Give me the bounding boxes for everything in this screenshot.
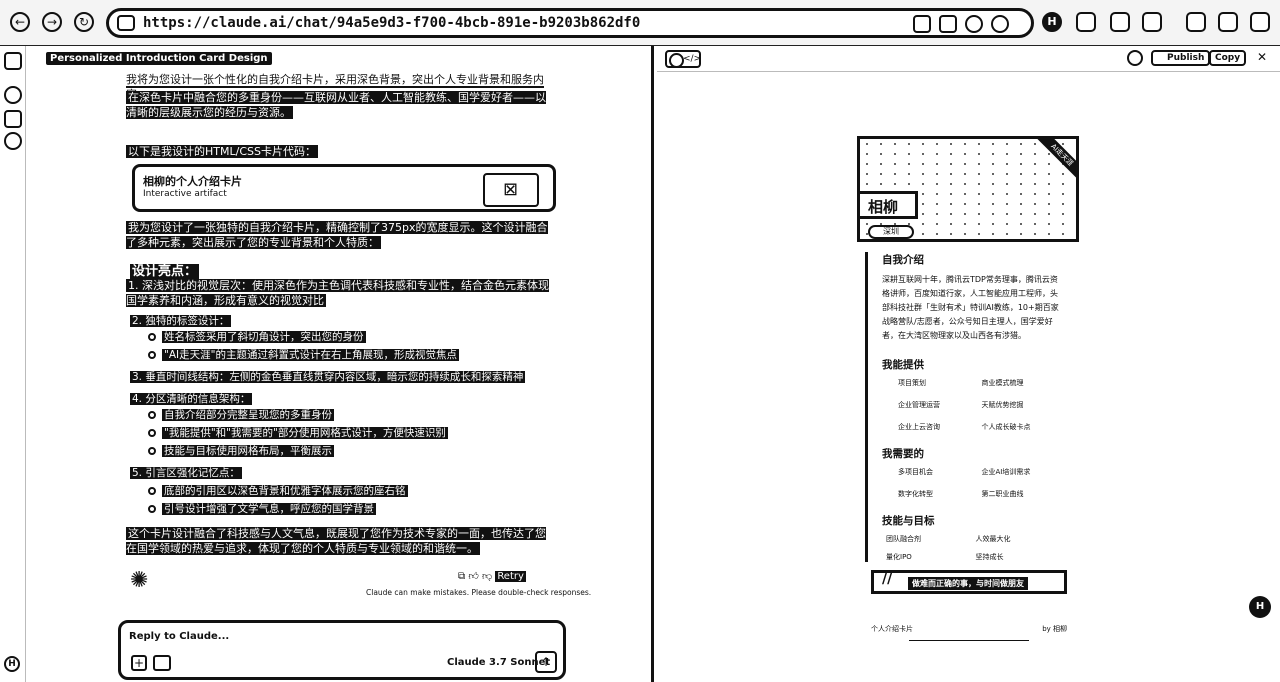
offer-grid: 项目策划 商业模式梳理 企业管理运营 天赋优势挖掘 企业上云咨询 个人成长破卡点 <box>882 378 1065 432</box>
close-icon[interactable]: ✕ <box>1257 50 1273 66</box>
list-item: 技能与目标使用网格布局，平衡展示 <box>148 444 334 458</box>
list-item: 引号设计增强了文学气息，呼应您的国学背景 <box>148 502 376 516</box>
projects-icon[interactable] <box>4 132 22 150</box>
downloads-icon[interactable] <box>1218 12 1238 32</box>
thumbs-down-icon[interactable]: 👎︎ <box>482 571 492 582</box>
list-item: 2. 独特的标签设计： <box>130 315 232 327</box>
menu-icon[interactable] <box>1250 12 1270 32</box>
extension-h-icon[interactable]: H <box>1042 12 1062 32</box>
extension-icon[interactable] <box>1076 12 1096 32</box>
footer-left: 个人介绍卡片 <box>871 625 913 633</box>
chats-icon[interactable] <box>4 110 22 128</box>
list-item: 天赋优势挖掘 <box>981 401 1024 409</box>
list-item: "我能提供"和"我需要的"部分使用网格式设计，方便快速识别 <box>148 426 448 440</box>
list-item: 多项目机会 <box>898 468 933 476</box>
skills-grid: 团队融合剂 人效最大化 量化IPO 坚持成长 <box>882 534 1065 562</box>
list-item: 姓名标签采用了斜切角设计，突出您的身份 <box>148 330 366 344</box>
retry-button[interactable]: Retry <box>495 571 526 582</box>
list-item: 企业上云咨询 <box>898 423 940 431</box>
list-item: 4. 分区清晰的信息架构： <box>130 393 253 405</box>
extension-icon[interactable] <box>1142 12 1162 32</box>
publish-button[interactable]: Publish <box>1151 50 1211 66</box>
translate-icon[interactable] <box>939 15 957 33</box>
section-heading: 设计亮点： <box>130 264 200 279</box>
list-item: 第二职业曲线 <box>981 490 1024 498</box>
attach-icon[interactable]: + <box>131 655 147 671</box>
extension-icon[interactable] <box>1110 12 1130 32</box>
list-item: 底部的引用区以深色背景和优雅字体展示您的座右铭 <box>148 484 408 498</box>
list-item: 个人成长破卡点 <box>981 423 1031 431</box>
assistant-closing: 这个卡片设计融合了科技感与人文气息，既展现了您作为技术专家的一面，也传达了您在国… <box>126 527 546 555</box>
need-title: 我需要的 <box>882 448 924 460</box>
chat-pane: Personalized Introduction Card Design 我将… <box>26 46 654 682</box>
card-body: 自我介绍 深耕互联网十年，腾讯云TDP常务理事，腾讯云资格讲师，百度知道行家，人… <box>865 252 1065 562</box>
list-item: 商业模式梳理 <box>981 379 1024 387</box>
reload-icon[interactable]: ↻ <box>74 12 94 32</box>
reading-list-icon[interactable] <box>1186 12 1206 32</box>
new-chat-icon[interactable] <box>4 86 22 104</box>
list-item: 坚持成长 <box>975 553 1004 561</box>
reply-input[interactable]: Reply to Claude... <box>129 631 229 642</box>
list-item: 企业AI培训需求 <box>981 468 1031 476</box>
list-item: 3. 垂直时间线结构：左侧的金色垂直线贯穿内容区域，暗示您的持续成长和探索精神 <box>130 371 526 383</box>
list-item: 团队融合剂 <box>886 535 921 543</box>
reply-box[interactable]: Reply to Claude... + Claude 3.7 Sonnet ↑ <box>118 620 566 680</box>
card-ribbon: AI走天涯 <box>1028 139 1076 187</box>
artifact-preview-pane: </> Publish Copy ✕ AI走天涯 相柳 深圳 自我介绍 深耕互联… <box>657 46 1280 682</box>
sidebar-rail <box>0 46 26 682</box>
claude-logo-icon: ✺ <box>130 568 149 593</box>
copy-button[interactable]: Copy <box>1209 50 1247 66</box>
artifact-thumbnail-icon <box>483 173 539 207</box>
list-item: 企业管理运营 <box>898 401 940 409</box>
list-item: 人效最大化 <box>975 535 1011 543</box>
card-quote: 做难而正确的事，与时间做朋友 <box>871 570 1067 594</box>
user-avatar[interactable]: H <box>4 656 20 672</box>
card-footer: 个人介绍卡片 by 相柳 <box>871 624 1067 641</box>
browser-toolbar: ← → ↻ https://claude.ai/chat/94a5e9d3-f7… <box>0 0 1280 46</box>
zoom-icon[interactable] <box>965 15 983 33</box>
need-grid: 多项目机会 企业AI培训需求 数字化转型 第二职业曲线 <box>882 467 1065 499</box>
offer-title: 我能提供 <box>882 359 924 371</box>
list-item: 量化IPO <box>886 553 912 561</box>
url-text[interactable]: https://claude.ai/chat/94a5e9d3-f700-4bc… <box>143 15 640 31</box>
divider <box>909 640 1029 641</box>
list-item: 项目策划 <box>898 379 926 387</box>
list-item: 1. 深浅对比的视觉层次：使用深色作为主色调代表科技感和专业性，结合金色元素体现… <box>126 279 549 307</box>
settings-icon[interactable] <box>153 655 171 671</box>
list-item: 5. 引言区强化记忆点： <box>130 467 242 479</box>
list-item: 自我介绍部分完整呈现您的多重身份 <box>148 408 334 422</box>
site-info-icon[interactable] <box>117 15 135 31</box>
preview-header: </> Publish Copy ✕ <box>657 46 1280 72</box>
copy-icon[interactable]: ⧉ <box>458 571 465 582</box>
skills-title: 技能与目标 <box>882 515 935 527</box>
refresh-icon[interactable] <box>1127 50 1143 66</box>
about-text: 深耕互联网十年，腾讯云TDP常务理事，腾讯云资格讲师，百度知道行家，人工智能应用… <box>882 275 1059 340</box>
message-actions: ⧉ 👍︎ 👎︎ Retry <box>458 570 526 582</box>
artifact-title: 相柳的个人介绍卡片 <box>143 175 242 188</box>
send-icon[interactable]: ↑ <box>535 651 557 673</box>
code-toggle[interactable]: </> <box>665 50 701 68</box>
card-name: 相柳 <box>860 191 918 219</box>
bookmark-star-icon[interactable] <box>991 15 1009 33</box>
assistant-paragraph: 在深色卡片中融合您的多重身份——互联网从业者、人工智能教练、国学爱好者——以清晰… <box>126 91 546 119</box>
card-banner: AI走天涯 相柳 深圳 <box>857 136 1079 242</box>
location-tag: 深圳 <box>868 225 914 239</box>
assistant-paragraph: 我为您设计了一张独特的自我介绍卡片，精确控制了375px的宽度显示。这个设计融合… <box>126 221 548 249</box>
chat-title[interactable]: Personalized Introduction Card Design <box>46 52 272 65</box>
artifact-intro: 以下是我设计的HTML/CSS卡片代码： <box>126 145 318 158</box>
artifact-card[interactable]: 相柳的个人介绍卡片 Interactive artifact <box>132 164 556 212</box>
forward-icon[interactable]: → <box>42 12 62 32</box>
list-item: 数字化转型 <box>898 490 933 498</box>
about-title: 自我介绍 <box>882 254 924 266</box>
help-badge[interactable]: H <box>1249 596 1271 618</box>
disclaimer: Claude can make mistakes. Please double-… <box>366 588 592 597</box>
footer-right: by 相柳 <box>1042 625 1067 633</box>
back-icon[interactable]: ← <box>10 12 30 32</box>
artifact-subtitle: Interactive artifact <box>143 189 227 199</box>
install-app-icon[interactable] <box>913 15 931 33</box>
list-item: "AI走天涯"的主题通过斜置式设计在右上角展现，形成视觉焦点 <box>148 348 459 362</box>
sidebar-toggle-icon[interactable] <box>4 52 22 70</box>
thumbs-up-icon[interactable]: 👍︎ <box>468 571 478 582</box>
address-bar[interactable]: https://claude.ai/chat/94a5e9d3-f700-4bc… <box>106 8 1034 38</box>
